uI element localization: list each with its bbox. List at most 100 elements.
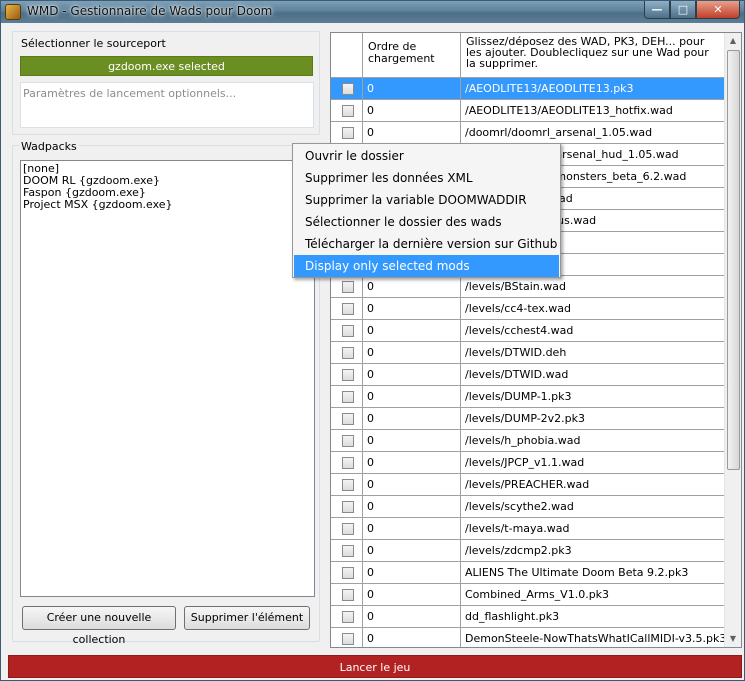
- table-row[interactable]: 0/levels/JPCP_v1.1.wad: [331, 452, 725, 474]
- row-file[interactable]: /levels/cc4-tex.wad: [461, 298, 725, 319]
- row-order[interactable]: 0: [363, 540, 461, 561]
- context-menu-item[interactable]: Ouvrir le dossier: [294, 145, 559, 167]
- row-checkbox[interactable]: [342, 303, 354, 315]
- title-bar[interactable]: WMD - Gestionnaire de Wads pour Doom — □…: [1, 1, 744, 23]
- row-file[interactable]: /levels/PREACHER.wad: [461, 474, 725, 495]
- context-menu-item[interactable]: Sélectionner le dossier des wads: [294, 211, 559, 233]
- row-file[interactable]: /levels/t-maya.wad: [461, 518, 725, 539]
- row-file[interactable]: /levels/zdcmp2.pk3: [461, 540, 725, 561]
- sourceport-button[interactable]: gzdoom.exe selected: [20, 56, 313, 76]
- row-order[interactable]: 0: [363, 496, 461, 517]
- row-order[interactable]: 0: [363, 342, 461, 363]
- row-checkbox[interactable]: [342, 611, 354, 623]
- row-file[interactable]: DemonSteele-NowThatsWhatICallMIDI-v3.5.p…: [461, 628, 725, 647]
- row-file[interactable]: /levels/DUMP-2v2.pk3: [461, 408, 725, 429]
- context-menu-item[interactable]: Display only selected mods: [294, 255, 559, 277]
- row-file[interactable]: /levels/scythe2.wad: [461, 496, 725, 517]
- table-row[interactable]: 0 ALIENS The Ultimate Doom Beta 9.2.pk3: [331, 562, 725, 584]
- table-row[interactable]: 0/levels/zdcmp2.pk3: [331, 540, 725, 562]
- row-file[interactable]: /AEODLITE13/AEODLITE13.pk3: [461, 78, 725, 99]
- launch-params-input[interactable]: Paramètres de lancement optionnels...: [20, 82, 314, 128]
- table-row[interactable]: 0/levels/DUMP-1.pk3: [331, 386, 725, 408]
- row-checkbox[interactable]: [342, 589, 354, 601]
- table-row[interactable]: 0/levels/DTWID.deh: [331, 342, 725, 364]
- context-menu-item[interactable]: Supprimer les données XML: [294, 167, 559, 189]
- table-row[interactable]: 0 DemonSteele-NowThatsWhatICallMIDI-v3.5.…: [331, 628, 725, 647]
- row-order[interactable]: 0: [363, 320, 461, 341]
- row-file[interactable]: /levels/h_phobia.wad: [461, 430, 725, 451]
- grid-scrollbar[interactable]: ▲ ▼: [724, 33, 741, 647]
- row-file[interactable]: /levels/DUMP-1.pk3: [461, 386, 725, 407]
- scroll-down-icon[interactable]: ▼: [725, 631, 741, 647]
- close-button[interactable]: ✕: [696, 1, 740, 19]
- row-order[interactable]: 0: [363, 276, 461, 297]
- table-row[interactable]: 0/levels/DUMP-2v2.pk3: [331, 408, 725, 430]
- row-checkbox[interactable]: [342, 281, 354, 293]
- header-help[interactable]: Glissez/déposez des WAD, PK3, DEH... pou…: [461, 33, 725, 78]
- table-row[interactable]: 0/levels/scythe2.wad: [331, 496, 725, 518]
- row-checkbox[interactable]: [342, 435, 354, 447]
- table-row[interactable]: 0/levels/h_phobia.wad: [331, 430, 725, 452]
- row-order[interactable]: 0: [363, 562, 461, 583]
- table-row[interactable]: 0/AEODLITE13/AEODLITE13.pk3: [331, 78, 725, 100]
- row-file[interactable]: /levels/DTWID.wad: [461, 364, 725, 385]
- row-order[interactable]: 0: [363, 408, 461, 429]
- row-checkbox[interactable]: [342, 83, 354, 95]
- wad-grid[interactable]: Ordre de chargement Glissez/déposez des …: [330, 32, 742, 648]
- row-checkbox[interactable]: [342, 347, 354, 359]
- row-file[interactable]: Combined_Arms_V1.0.pk3: [461, 584, 725, 605]
- table-row[interactable]: 0/levels/DTWID.wad: [331, 364, 725, 386]
- context-menu-item[interactable]: Télécharger la dernière version sur Gith…: [294, 233, 559, 255]
- row-file[interactable]: /AEODLITE13/AEODLITE13_hotfix.wad: [461, 100, 725, 121]
- table-row[interactable]: 0/levels/t-maya.wad: [331, 518, 725, 540]
- row-order[interactable]: 0: [363, 606, 461, 627]
- table-row[interactable]: 0/AEODLITE13/AEODLITE13_hotfix.wad: [331, 100, 725, 122]
- row-checkbox[interactable]: [342, 523, 354, 535]
- row-checkbox[interactable]: [342, 545, 354, 557]
- row-checkbox[interactable]: [342, 457, 354, 469]
- table-row[interactable]: 0 dd_flashlight.pk3: [331, 606, 725, 628]
- header-order[interactable]: Ordre de chargement: [363, 33, 461, 78]
- wadpack-item[interactable]: Project MSX {gzdoom.exe}: [23, 199, 312, 211]
- row-file[interactable]: /levels/cchest4.wad: [461, 320, 725, 341]
- header-checkbox-column[interactable]: [331, 33, 363, 78]
- row-order[interactable]: 0: [363, 78, 461, 99]
- table-row[interactable]: 0/levels/cc4-tex.wad: [331, 298, 725, 320]
- row-order[interactable]: 0: [363, 298, 461, 319]
- row-file[interactable]: dd_flashlight.pk3: [461, 606, 725, 627]
- scroll-thumb[interactable]: [727, 50, 740, 470]
- row-file[interactable]: /levels/JPCP_v1.1.wad: [461, 452, 725, 473]
- row-checkbox[interactable]: [342, 369, 354, 381]
- delete-item-button[interactable]: Supprimer l'élément: [184, 606, 310, 630]
- new-collection-button[interactable]: Créer une nouvelle collection: [22, 606, 176, 646]
- row-order[interactable]: 0: [363, 430, 461, 451]
- row-file[interactable]: ALIENS The Ultimate Doom Beta 9.2.pk3: [461, 562, 725, 583]
- row-order[interactable]: 0: [363, 386, 461, 407]
- row-checkbox[interactable]: [342, 479, 354, 491]
- row-checkbox[interactable]: [342, 105, 354, 117]
- row-checkbox[interactable]: [342, 567, 354, 579]
- row-checkbox[interactable]: [342, 325, 354, 337]
- row-order[interactable]: 0: [363, 100, 461, 121]
- row-checkbox[interactable]: [342, 127, 354, 139]
- table-row[interactable]: 0/doomrl/doomrl_arsenal_1.05.wad: [331, 122, 725, 144]
- row-file[interactable]: /levels/BStain.wad: [461, 276, 725, 297]
- row-order[interactable]: 0: [363, 474, 461, 495]
- maximize-button[interactable]: □: [670, 1, 696, 19]
- row-checkbox[interactable]: [342, 413, 354, 425]
- row-order[interactable]: 0: [363, 584, 461, 605]
- table-row[interactable]: 0/levels/cchest4.wad: [331, 320, 725, 342]
- row-checkbox[interactable]: [342, 501, 354, 513]
- row-order[interactable]: 0: [363, 518, 461, 539]
- row-checkbox[interactable]: [342, 633, 354, 645]
- minimize-button[interactable]: —: [644, 1, 670, 19]
- row-file[interactable]: /levels/DTWID.deh: [461, 342, 725, 363]
- row-order[interactable]: 0: [363, 364, 461, 385]
- table-row[interactable]: 0/levels/BStain.wad: [331, 276, 725, 298]
- table-row[interactable]: 0/levels/PREACHER.wad: [331, 474, 725, 496]
- row-order[interactable]: 0: [363, 122, 461, 143]
- row-file[interactable]: /doomrl/doomrl_arsenal_1.05.wad: [461, 122, 725, 143]
- wadpacks-list[interactable]: [none] DOOM RL {gzdoom.exe} Faspon {gzdoom…: [20, 160, 315, 597]
- scroll-up-icon[interactable]: ▲: [725, 33, 741, 49]
- row-order[interactable]: 0: [363, 628, 461, 647]
